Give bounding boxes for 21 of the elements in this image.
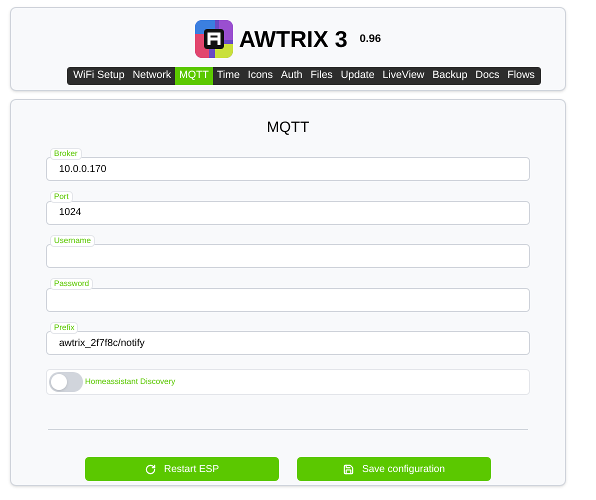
nav-tab[interactable]: Icons xyxy=(244,67,277,85)
nav-tab[interactable]: Time xyxy=(212,67,244,85)
nav-tab[interactable]: Flows xyxy=(503,67,539,85)
nav-tab[interactable]: Backup xyxy=(428,67,472,85)
nav-tab[interactable]: LiveView xyxy=(378,67,428,85)
toggle-label: Homeassistant Discovery xyxy=(85,376,176,388)
nav-tab[interactable]: Files xyxy=(306,67,337,85)
nav-tab[interactable]: WiFi Setup xyxy=(69,67,129,85)
app-logo-icon xyxy=(194,20,233,58)
toggle-switch[interactable] xyxy=(49,372,83,392)
input-field[interactable]: 10.0.0.170 xyxy=(46,157,530,181)
form-title: MQTT xyxy=(266,118,310,138)
nav-tab[interactable]: Auth xyxy=(276,67,307,85)
input-field[interactable]: awtrix_2f7f8c/notify xyxy=(46,331,530,355)
nav-tab[interactable]: Network xyxy=(128,67,176,85)
version-label: 0.96 xyxy=(360,32,382,47)
app-title: AWTRIX 3 xyxy=(238,24,348,54)
nav-tab[interactable]: Docs xyxy=(471,67,504,85)
rotate-icon xyxy=(144,464,156,474)
input-field[interactable]: 1024 xyxy=(46,200,530,224)
nav-tab[interactable]: Update xyxy=(336,67,379,85)
